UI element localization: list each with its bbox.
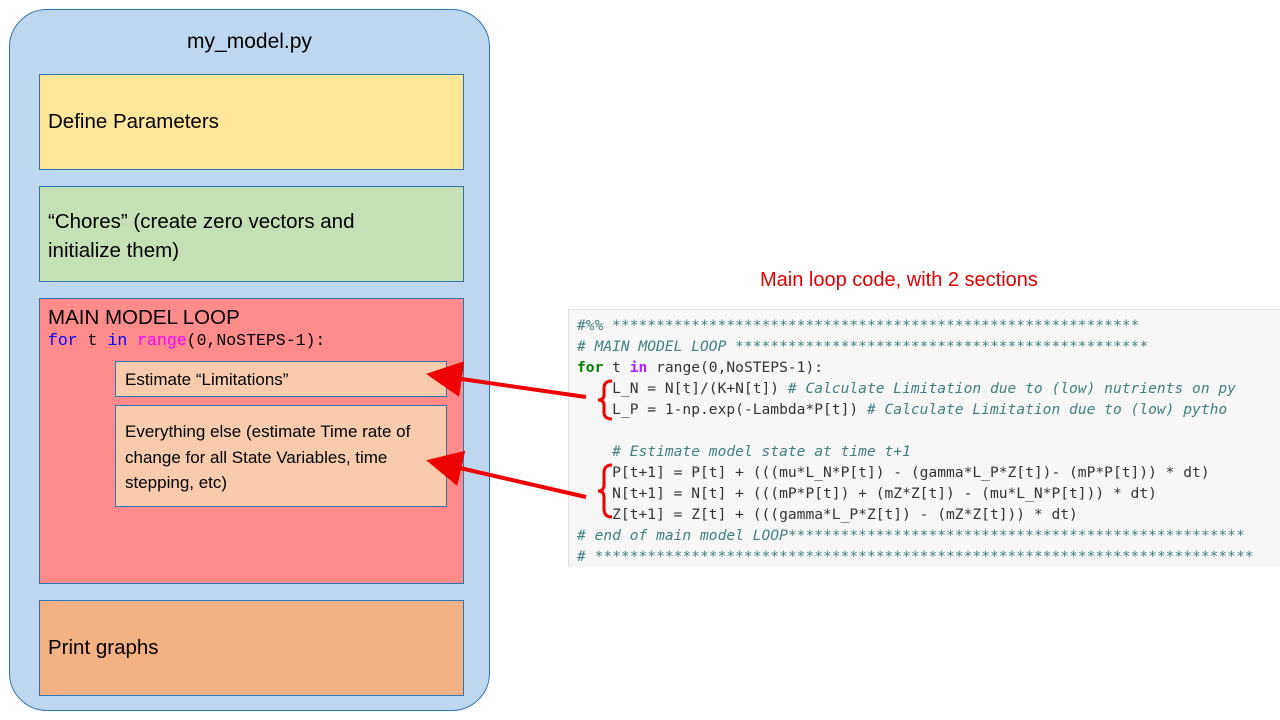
state-update-brace [597,463,613,519]
annotation-layer [426,361,613,519]
arrow-to-everything-else [426,450,587,499]
arrow-to-limitations [426,361,587,399]
limitations-brace [597,379,613,421]
